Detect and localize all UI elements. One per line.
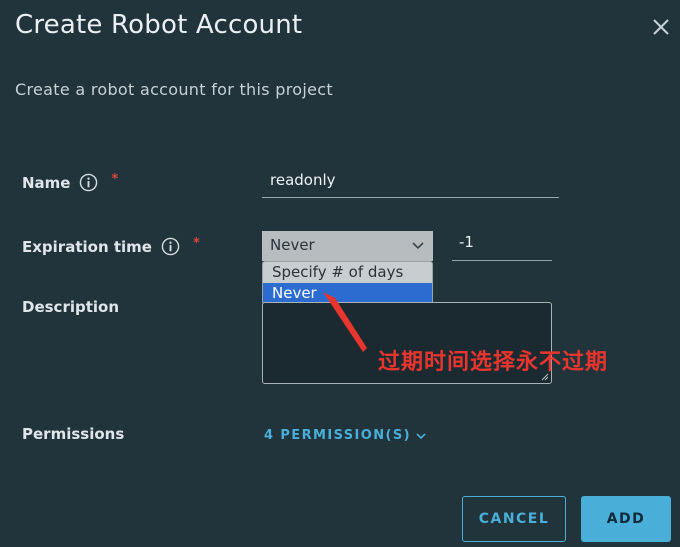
permissions-link-text: 4 PERMISSION(S) <box>264 428 411 443</box>
chevron-down-icon <box>416 432 426 439</box>
required-marker: * <box>111 172 119 187</box>
modal-title: Create Robot Account <box>15 10 303 40</box>
annotation-text: 过期时间选择永不过期 <box>378 350 609 375</box>
expiration-selected-value: Never <box>270 236 315 254</box>
name-input[interactable]: readonly <box>262 171 559 198</box>
cancel-button[interactable]: CANCEL <box>462 496 566 542</box>
expiration-days-input[interactable]: -1 <box>452 233 552 261</box>
info-icon[interactable] <box>79 173 98 192</box>
annotation-arrow-icon <box>323 292 367 352</box>
expiration-select[interactable]: Never <box>262 231 433 261</box>
name-label-group: Name * <box>22 172 119 192</box>
add-button[interactable]: ADD <box>581 496 671 542</box>
option-specify-days[interactable]: Specify # of days <box>263 262 432 283</box>
create-robot-account-modal: Create Robot Account Create a robot acco… <box>0 0 680 547</box>
name-label: Name <box>22 173 71 192</box>
permissions-toggle-link[interactable]: 4 PERMISSION(S) <box>264 428 426 443</box>
required-marker: * <box>192 236 200 251</box>
permissions-label-group: Permissions <box>22 425 124 443</box>
expiration-label: Expiration time <box>22 237 152 256</box>
description-label: Description <box>22 298 120 316</box>
modal-subtitle: Create a robot account for this project <box>15 80 333 99</box>
description-label-group: Description <box>22 298 119 316</box>
expiration-label-group: Expiration time * <box>22 236 200 256</box>
info-icon[interactable] <box>161 237 180 256</box>
close-icon[interactable] <box>650 16 672 38</box>
permissions-label: Permissions <box>22 425 125 443</box>
chevron-down-icon <box>412 242 424 250</box>
